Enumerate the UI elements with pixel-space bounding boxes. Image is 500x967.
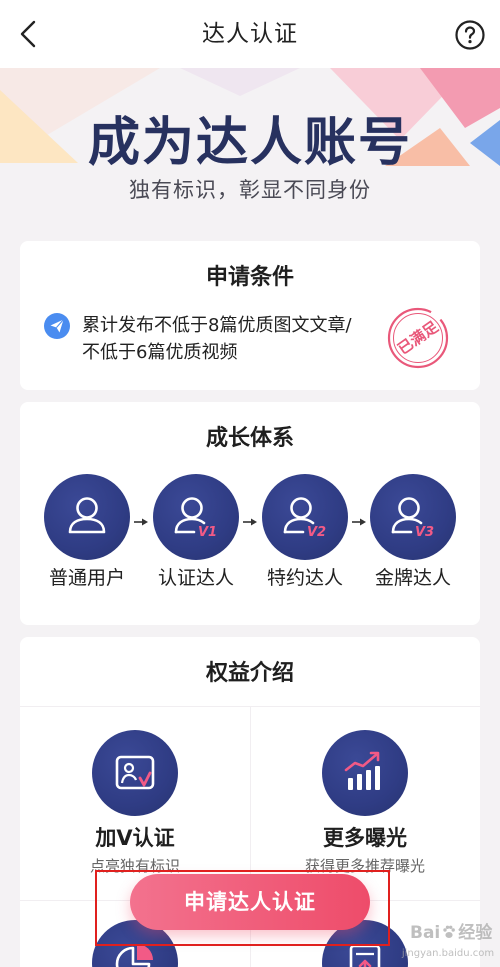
paw-icon bbox=[442, 923, 456, 938]
level-badge: V2 bbox=[307, 525, 326, 540]
picture-frame-icon bbox=[92, 730, 178, 816]
back-chevron-icon[interactable] bbox=[14, 19, 42, 49]
apply-expert-button[interactable]: 申请达人认证 bbox=[130, 874, 370, 930]
paper-plane-icon bbox=[44, 313, 70, 339]
nav-bar: 达人认证 bbox=[0, 0, 500, 68]
watermark-product: 经验 bbox=[458, 923, 493, 943]
arrow-right-icon bbox=[134, 512, 148, 526]
hero-title: 成为达人账号 bbox=[87, 113, 412, 173]
benefit-description: 点亮独有标识 bbox=[89, 857, 180, 875]
arrow-right-icon bbox=[352, 512, 366, 526]
fulfilled-stamp: 已满足 bbox=[387, 307, 449, 369]
conditions-title: 申请条件 bbox=[205, 265, 294, 290]
benefit-title: 加V认证 bbox=[95, 826, 175, 850]
watermark-brand: Bai bbox=[410, 923, 441, 943]
growth-title: 成长体系 bbox=[205, 426, 294, 451]
level-label: 认证达人 bbox=[157, 567, 234, 589]
page-title: 达人认证 bbox=[202, 21, 298, 47]
condition-text-line: 累计发布不低于8篇优质图文文章/ bbox=[82, 315, 352, 336]
arrow-right-icon bbox=[243, 512, 257, 526]
stamp-text: 已满足 bbox=[394, 317, 442, 358]
level-badge: V1 bbox=[198, 525, 217, 540]
question-circle-icon[interactable] bbox=[454, 19, 486, 51]
level-label: 普通用户 bbox=[48, 567, 125, 589]
watermark-url: jingyan.baidu.com bbox=[401, 948, 495, 959]
level-label: 金牌达人 bbox=[374, 567, 451, 589]
condition-text-line: 不低于6篇优质视频 bbox=[82, 342, 238, 363]
watermark-logo: Bai 经验 bbox=[410, 922, 492, 944]
bar-chart-icon bbox=[322, 730, 408, 816]
level-badge: V3 bbox=[415, 525, 434, 540]
level-label: 特约达人 bbox=[266, 567, 343, 589]
benefits-title: 权益介绍 bbox=[205, 661, 294, 686]
watermark: Bai 经验 jingyan.baidu.com bbox=[400, 922, 496, 964]
benefit-title: 更多曝光 bbox=[323, 826, 407, 850]
hero-subtitle: 独有标识，彰显不同身份 bbox=[129, 178, 371, 202]
user-v1-icon: V1 bbox=[153, 474, 239, 560]
conditions-card: 申请条件 累计发布不低于8篇优质图文文章/ 不低于6篇优质视频 已满足 bbox=[20, 241, 480, 390]
growth-card: 成长体系 V1 V2 V3 普通用户 认证达人 特约达人 金牌达人 bbox=[20, 402, 480, 625]
benefit-description: 获得更多推荐曝光 bbox=[304, 857, 425, 875]
hero-banner: 成为达人账号 独有标识，彰显不同身份 bbox=[0, 68, 500, 238]
user-v2-icon: V2 bbox=[262, 474, 348, 560]
user-icon bbox=[44, 474, 130, 560]
user-v3-icon: V3 bbox=[370, 474, 456, 560]
